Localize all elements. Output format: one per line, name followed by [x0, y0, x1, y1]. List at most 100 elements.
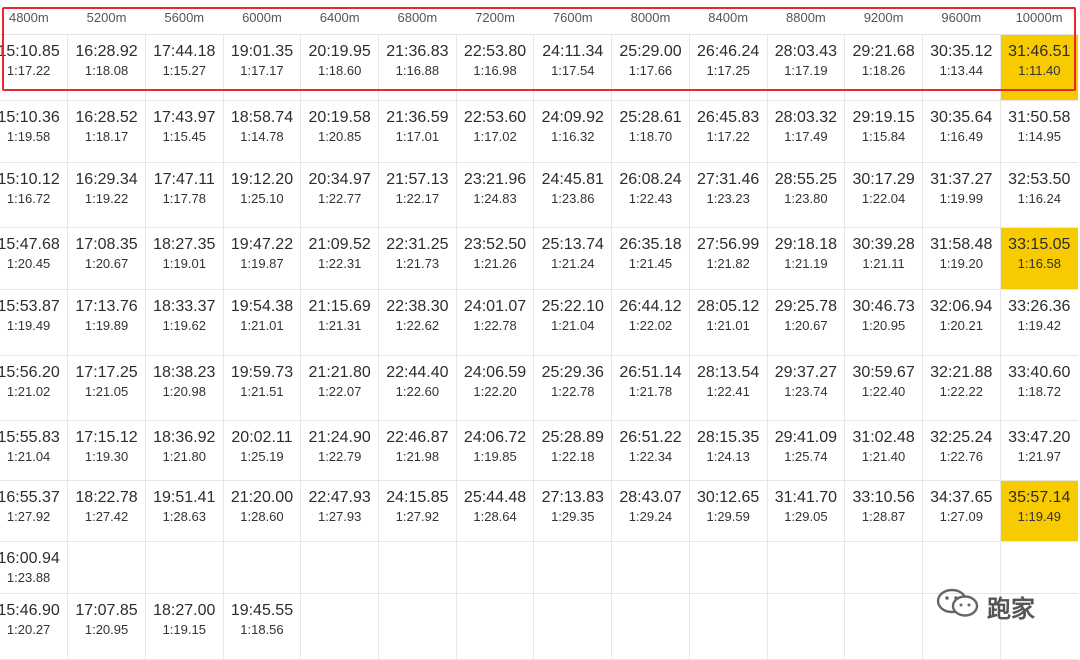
split-cell: 25:28.61 1:18.70: [611, 100, 690, 163]
lap-time: 1:21.82: [706, 256, 750, 271]
cumulative-time: 22:53.60: [463, 109, 527, 126]
distance-header-row: 4800m 5200m 5600m 6000m 6400m 6800m 7200m 7600m…: [0, 0, 1078, 35]
cumulative-time: 30:17.29: [852, 171, 915, 188]
cumulative-time: 30:35.64: [930, 109, 993, 126]
lap-time: 1:16.58: [1017, 256, 1061, 271]
cumulative-time: 17:44.18: [153, 43, 216, 60]
cumulative-time: 28:43.07: [619, 489, 682, 506]
cumulative-time: 15:10.12: [0, 171, 60, 188]
lap-time: 1:17.25: [706, 63, 750, 78]
cumulative-time: 20:19.95: [308, 43, 371, 60]
cumulative-time: 32:25.24: [930, 429, 993, 446]
split-cell: 27:31.46 1:23.23: [689, 162, 768, 228]
cumulative-time: 33:15.05: [1008, 236, 1071, 253]
distance-header: 9200m: [844, 0, 923, 35]
cumulative-time: 18:58.74: [230, 109, 294, 126]
cumulative-time: 19:47.22: [230, 236, 294, 253]
lap-time: 1:21.02: [6, 384, 51, 399]
split-cell: 18:22.78 1:27.42: [67, 480, 146, 542]
cumulative-time: 24:45.81: [541, 171, 604, 188]
split-cell: 22:38.30 1:22.62: [378, 289, 457, 356]
split-cell: 18:27.00 1:19.15: [145, 593, 224, 660]
cumulative-time: 26:45.83: [697, 109, 760, 126]
lap-time: 1:27.92: [395, 509, 440, 524]
cumulative-time: 15:46.90: [0, 602, 60, 619]
lap-time: 1:21.19: [784, 256, 828, 271]
lap-time: 1:18.72: [1017, 384, 1061, 399]
split-cell: 15:10.12 1:16.72: [0, 162, 69, 228]
split-cell: 22:31.25 1:21.73: [378, 227, 457, 290]
split-cell: 25:28.89 1:22.18: [533, 420, 613, 481]
cumulative-time: 24:01.07: [463, 298, 527, 315]
cumulative-time: 22:38.30: [386, 298, 449, 315]
split-cell: 28:15.35 1:24.13: [689, 420, 768, 481]
split-cell: 32:53.50 1:16.24: [1000, 162, 1078, 228]
cumulative-time: 28:13.54: [697, 364, 760, 381]
split-cell: 21:24.90 1:22.79: [300, 420, 380, 481]
lap-time: 1:28.63: [162, 509, 206, 524]
split-cell: [689, 593, 768, 660]
lap-time: 1:21.01: [240, 318, 284, 333]
split-cell: 20:19.95 1:18.60: [300, 34, 380, 101]
split-cell: 31:58.48 1:19.20: [922, 227, 1001, 290]
split-cell: [378, 593, 457, 660]
split-cell: [67, 541, 146, 594]
table-row: 16:00.94 1:23.88: [0, 541, 1078, 594]
split-cell: [611, 593, 690, 660]
lap-time: 1:20.95: [84, 622, 129, 637]
lap-time: 1:18.17: [84, 129, 129, 144]
cumulative-time: 25:13.74: [541, 236, 604, 253]
distance-header: 9600m: [922, 0, 1001, 35]
split-cell: 23:21.96 1:24.83: [456, 162, 535, 228]
lap-time: 1:17.01: [395, 129, 440, 144]
lap-time: 1:19.87: [240, 256, 284, 271]
lap-time: 1:22.43: [628, 191, 673, 206]
distance-header: 5600m: [145, 0, 224, 35]
lap-time: 1:18.08: [84, 63, 129, 78]
lap-time: 1:15.45: [162, 129, 206, 144]
split-cell: 25:29.00 1:17.66: [611, 34, 690, 101]
split-cell: 33:15.05 1:16.58: [1000, 227, 1078, 290]
lap-time: 1:18.56: [240, 622, 284, 637]
lap-time: 1:21.78: [628, 384, 673, 399]
split-cell: 17:08.35 1:20.67: [67, 227, 146, 290]
cumulative-time: 28:55.25: [774, 171, 838, 188]
lap-time: 1:20.67: [84, 256, 129, 271]
cumulative-time: 17:17.25: [75, 364, 138, 381]
cumulative-time: 24:15.85: [386, 489, 449, 506]
split-cell: 28:55.25 1:23.80: [767, 162, 846, 228]
lap-time: 1:17.17: [240, 63, 284, 78]
lap-time: 1:21.97: [1017, 449, 1061, 464]
split-cell: 28:03.32 1:17.49: [767, 100, 846, 163]
split-cell: 30:39.28 1:21.11: [844, 227, 923, 290]
split-cell: 17:44.18 1:15.27: [145, 34, 224, 101]
watermark-label: 跑家: [987, 595, 1035, 623]
lap-time: 1:20.45: [6, 256, 51, 271]
distance-header: 10000m: [1000, 0, 1078, 35]
split-cell: 32:21.88 1:22.22: [922, 355, 1001, 421]
distance-header: 8800m: [767, 0, 845, 35]
cumulative-time: 15:56.20: [0, 364, 60, 381]
split-cell: 28:43.07 1:29.24: [611, 480, 690, 542]
lap-time: 1:18.60: [317, 63, 362, 78]
split-cell: 26:44.12 1:22.02: [611, 289, 690, 356]
split-cell: 34:37.65 1:27.09: [922, 480, 1001, 542]
split-cell: 21:20.00 1:28.60: [223, 480, 302, 542]
cumulative-time: 16:28.92: [75, 43, 138, 60]
cumulative-time: 30:59.67: [852, 364, 915, 381]
table-row: 15:53.87 1:19.49 17:13.76 1:19.89 18:33.37 1:…: [0, 289, 1078, 356]
cumulative-time: 25:22.10: [541, 298, 604, 315]
split-cell: 17:13.76 1:19.89: [67, 289, 146, 356]
split-cell: [456, 541, 535, 594]
split-cell: 33:40.60 1:18.72: [1000, 355, 1078, 421]
split-cell: 15:55.83 1:21.04: [0, 420, 69, 481]
cumulative-time: 16:00.94: [0, 550, 60, 567]
distance-header: 8000m: [611, 0, 690, 35]
lap-time: 1:21.45: [628, 256, 673, 271]
cumulative-time: 33:47.20: [1008, 429, 1071, 446]
split-cell: 31:37.27 1:19.99: [922, 162, 1001, 228]
split-cell: 26:35.18 1:21.45: [611, 227, 690, 290]
lap-time: 1:14.78: [240, 129, 284, 144]
split-cell: 29:37.27 1:23.74: [767, 355, 846, 421]
split-cell: 29:41.09 1:25.74: [767, 420, 846, 481]
